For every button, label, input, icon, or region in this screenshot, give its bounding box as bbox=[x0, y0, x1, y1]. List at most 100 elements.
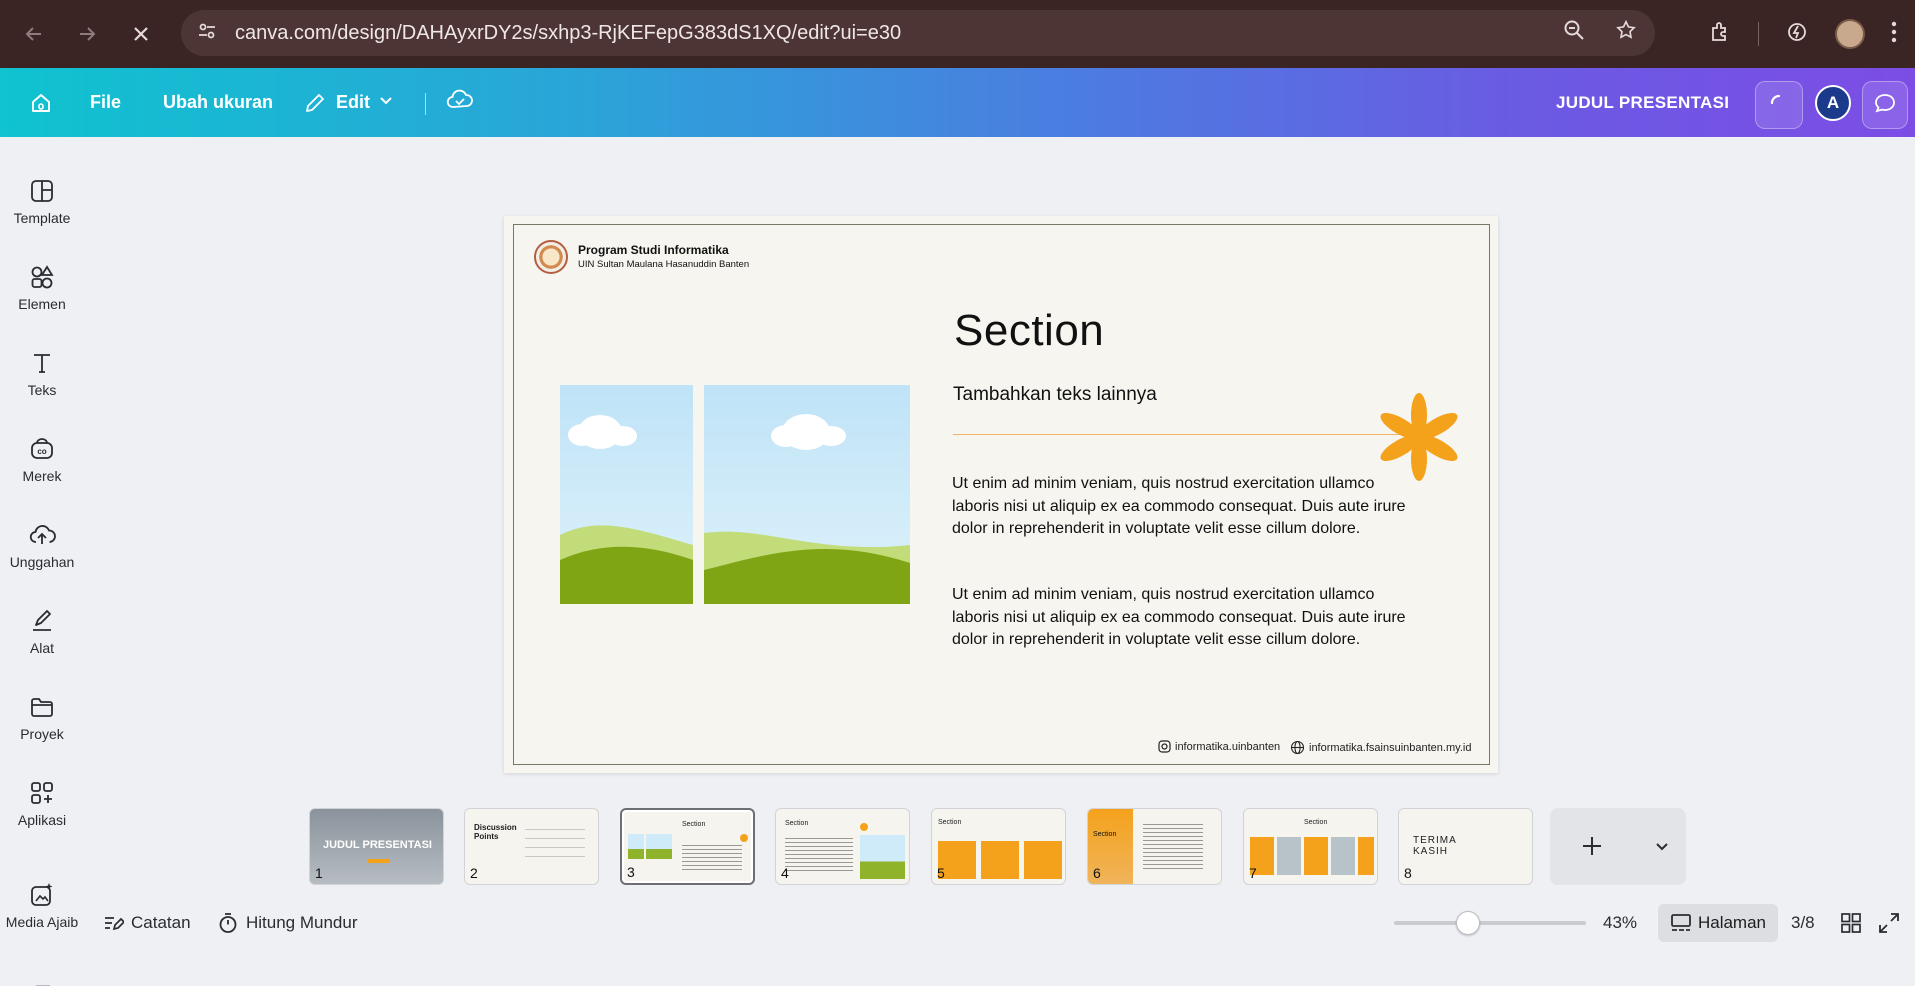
thumb-image bbox=[860, 835, 905, 879]
sidebar-item-label: Elemen bbox=[18, 296, 66, 312]
stop-icon[interactable] bbox=[120, 13, 162, 55]
site-settings-icon[interactable] bbox=[197, 21, 227, 46]
performance-icon[interactable] bbox=[1785, 20, 1809, 49]
bookmark-star-icon[interactable] bbox=[1615, 19, 1637, 47]
page-thumbnail-3[interactable]: Section 3 bbox=[620, 808, 755, 885]
flower-decoration[interactable] bbox=[1375, 390, 1463, 484]
home-icon bbox=[28, 90, 54, 116]
page-thumbnail-2[interactable]: Discussion Points 2 bbox=[464, 808, 599, 885]
editor-menu-bar: File Ubah ukuran Edit JUDUL PRESENTASI A bbox=[0, 68, 1915, 137]
thumb-card bbox=[1277, 837, 1301, 875]
sidebar-item-teks[interactable]: Teks bbox=[0, 334, 84, 414]
page-thumbnail-7[interactable]: Section 7 bbox=[1243, 808, 1378, 885]
thumb-image bbox=[646, 834, 672, 859]
comment-icon bbox=[1873, 91, 1897, 120]
apps-icon bbox=[31, 782, 53, 804]
body-paragraph-2[interactable]: Ut enim ad minim veniam, quis nostrud ex… bbox=[952, 584, 1422, 652]
slide-canvas[interactable]: Program Studi Informatika UIN Sultan Mau… bbox=[504, 216, 1498, 773]
thumb-title: JUDUL PRESENTASI bbox=[322, 839, 432, 851]
pages-view-button[interactable]: Halaman bbox=[1658, 904, 1778, 942]
sidebar-item-template[interactable]: Template bbox=[0, 162, 84, 242]
back-icon[interactable] bbox=[13, 13, 55, 55]
address-bar[interactable]: canva.com/design/DAHAyxrDY2s/sxhp3-RjKEF… bbox=[181, 10, 1655, 56]
page-number: 2 bbox=[470, 865, 478, 881]
thumb-accent bbox=[368, 859, 390, 863]
timer-label: Hitung Mundur bbox=[246, 913, 358, 932]
section-subtitle[interactable]: Tambahkan teks lainnya bbox=[953, 384, 1157, 406]
body-paragraph-1[interactable]: Ut enim ad minim veniam, quis nostrud ex… bbox=[952, 473, 1422, 541]
sidebar-item-aplikasi[interactable]: Aplikasi bbox=[0, 764, 84, 844]
sidebar-item-proyek[interactable]: Proyek bbox=[0, 678, 84, 758]
sidebar-item-label: Alat bbox=[29, 640, 55, 656]
chevron-down-icon bbox=[378, 92, 394, 113]
loading-button[interactable] bbox=[1755, 81, 1803, 129]
cloud-saved-status[interactable] bbox=[446, 68, 474, 137]
page-number: 7 bbox=[1249, 865, 1257, 881]
extensions-icon[interactable] bbox=[1708, 20, 1732, 49]
pages-label: Halaman bbox=[1697, 913, 1767, 932]
image-placeholder-left[interactable] bbox=[560, 385, 693, 604]
brand-icon: co bbox=[31, 438, 53, 459]
page-counter[interactable]: 3/8 bbox=[1791, 900, 1815, 946]
home-button[interactable] bbox=[28, 68, 54, 137]
org-subtitle[interactable]: UIN Sultan Maulana Hasanuddin Banten bbox=[578, 259, 749, 270]
user-avatar[interactable]: A bbox=[1815, 85, 1851, 121]
file-menu[interactable]: File bbox=[90, 68, 121, 137]
sidebar-item-label: Teks bbox=[27, 382, 57, 398]
thumb-card bbox=[1024, 841, 1062, 879]
loading-spinner-icon bbox=[1769, 93, 1789, 118]
notes-button[interactable]: Catatan bbox=[102, 900, 191, 946]
cloud-check-icon bbox=[446, 88, 474, 117]
page-thumbnail-8[interactable]: TERIMA KASIH 8 bbox=[1398, 808, 1533, 885]
thumb-title: Section bbox=[938, 819, 962, 826]
notes-icon bbox=[105, 917, 124, 931]
url-text[interactable]: canva.com/design/DAHAyxrDY2s/sxhp3-RjKEF… bbox=[235, 22, 901, 45]
add-page-button[interactable] bbox=[1578, 832, 1606, 865]
add-page-group bbox=[1550, 808, 1686, 885]
zoom-slider-handle[interactable] bbox=[1456, 911, 1480, 935]
forward-icon[interactable] bbox=[66, 13, 108, 55]
page-thumbnail-5[interactable]: Section 5 bbox=[931, 808, 1066, 885]
sidebar-item-elemen[interactable]: Elemen bbox=[0, 248, 84, 328]
footer-website[interactable]: informatika.fsainsuinbanten.my.id bbox=[1290, 740, 1471, 755]
zoom-icon[interactable] bbox=[1563, 19, 1585, 47]
thumb-lines bbox=[525, 825, 585, 863]
elements-icon bbox=[31, 265, 54, 289]
design-title[interactable]: JUDUL PRESENTASI bbox=[1556, 68, 1729, 137]
fullscreen-button[interactable] bbox=[1878, 912, 1900, 939]
divider-line[interactable] bbox=[953, 434, 1408, 435]
zoom-slider[interactable] bbox=[1394, 911, 1586, 935]
footer-instagram-text: informatika.uinbanten bbox=[1175, 740, 1281, 753]
thumb-title: Section bbox=[1304, 819, 1328, 826]
zoom-level[interactable]: 43% bbox=[1603, 900, 1637, 946]
page-number: 3 bbox=[627, 864, 635, 880]
timer-button[interactable]: Hitung Mundur bbox=[217, 900, 358, 946]
org-name[interactable]: Program Studi Informatika bbox=[578, 243, 729, 257]
pencil-icon bbox=[302, 90, 328, 116]
sidebar-item-label: Proyek bbox=[20, 726, 64, 742]
thumb-card bbox=[1331, 837, 1355, 875]
menu-divider bbox=[425, 93, 426, 115]
menu-icon[interactable] bbox=[1891, 21, 1897, 48]
page-thumbnail-1[interactable]: JUDUL PRESENTASI 1 bbox=[309, 808, 444, 885]
footer-website-text: informatika.fsainsuinbanten.my.id bbox=[1309, 741, 1472, 754]
sidebar-item-unggahan[interactable]: Unggahan bbox=[0, 506, 84, 586]
edit-menu[interactable]: Edit bbox=[302, 68, 394, 137]
page-thumbnail-4[interactable]: Section 4 bbox=[775, 808, 910, 885]
image-placeholder-right[interactable] bbox=[704, 385, 910, 604]
comments-button[interactable] bbox=[1862, 81, 1908, 129]
page-thumbnail-6[interactable]: Section 6 bbox=[1087, 808, 1222, 885]
footer-instagram[interactable]: informatika.uinbanten bbox=[1158, 740, 1280, 753]
profile-avatar[interactable] bbox=[1835, 19, 1865, 49]
grid-view-button[interactable] bbox=[1840, 912, 1862, 939]
university-logo[interactable] bbox=[534, 240, 568, 274]
sidebar-item-merek[interactable]: co Merek bbox=[0, 420, 84, 500]
thumb-lines bbox=[785, 835, 853, 871]
section-title[interactable]: Section bbox=[954, 306, 1104, 356]
thumb-lines bbox=[682, 842, 742, 872]
thumb-accent bbox=[860, 823, 868, 831]
page-number: 5 bbox=[937, 865, 945, 881]
expand-pages-button[interactable] bbox=[1654, 838, 1670, 859]
sidebar-item-alat[interactable]: Alat bbox=[0, 592, 84, 672]
resize-button[interactable]: Ubah ukuran bbox=[163, 68, 273, 137]
